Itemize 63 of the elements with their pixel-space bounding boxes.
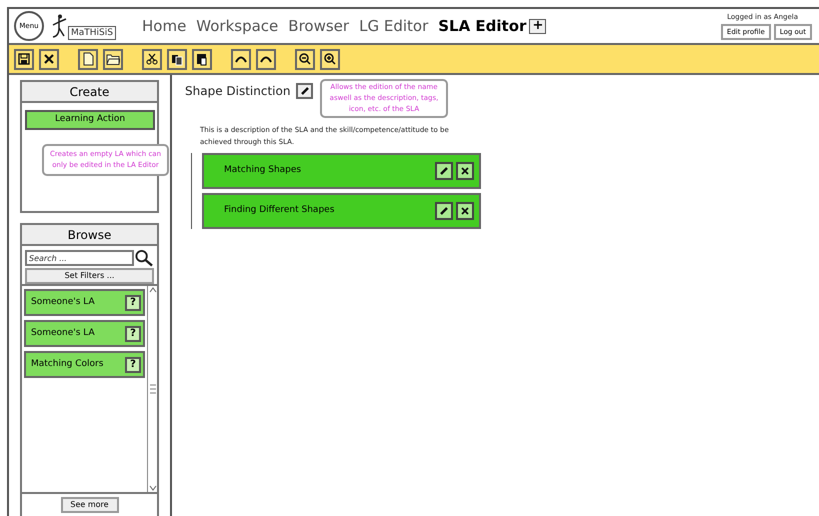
learning-action-card[interactable]: Matching Colors ? [24,351,145,378]
nav-tab[interactable]: Home [142,14,186,38]
filter-button[interactable]: Set Filters ... [25,268,154,284]
panel-header: Browse [22,225,157,246]
delete-button[interactable] [456,202,474,220]
pencil-icon [439,166,449,176]
scissors-icon [145,52,159,66]
close-icon [461,167,469,175]
logo: MaTHiSiS [50,12,138,40]
close-icon [42,52,56,66]
help-button[interactable]: ? [125,356,141,372]
learning-action-button[interactable]: Learning Action [25,110,155,130]
sla-item-card[interactable]: Matching Shapes [202,153,481,189]
help-button[interactable]: ? [125,326,141,342]
card-label: Someone's LA [31,296,95,309]
undo-button[interactable] [231,48,251,70]
card-label: Matching Shapes [224,164,302,178]
folder-icon [106,52,120,66]
card-label: Matching Colors [31,358,104,371]
help-button[interactable]: ? [125,294,141,310]
learning-action-card[interactable]: Someone's LA ? [24,320,145,347]
edit-button[interactable] [435,202,453,220]
learning-action-card[interactable]: Someone's LA ? [24,289,145,316]
add-tab-button[interactable]: + [529,18,546,34]
scroll-up-icon[interactable] [148,286,156,294]
paste-button[interactable] [192,48,212,70]
card-label: Someone's LA [31,326,95,340]
scroll-grip-icon[interactable] [148,383,156,395]
nav-tab[interactable]: LG Editor [359,14,428,38]
see-more-button[interactable]: See more [60,497,118,513]
card-label: Finding Different Shapes [224,204,336,218]
save-button[interactable] [14,48,34,70]
nav-tab[interactable]: Workspace [196,14,278,38]
zoom-in-icon [323,52,337,66]
nav-tab[interactable]: SLA Editor [438,14,526,38]
zoom-out-button[interactable] [295,48,315,70]
paste-icon [195,52,209,66]
figure-icon [50,14,68,40]
close-button[interactable] [39,48,59,70]
search-icon[interactable] [135,249,154,267]
cut-button[interactable] [142,48,162,70]
scroll-down-icon[interactable] [148,484,156,492]
close-icon [461,207,469,215]
pencil-icon [439,206,449,216]
sla-title: Shape Distinction [185,83,290,100]
pencil-icon [300,86,310,96]
scrollbar[interactable] [147,286,157,492]
redo-button[interactable] [256,48,276,70]
search-field[interactable]: Search ... [25,250,134,266]
nav-tab[interactable]: Browser [288,14,350,38]
sla-item-card[interactable]: Finding Different Shapes [202,193,481,229]
document-icon [81,52,95,66]
new-button[interactable] [78,48,98,70]
panel-header: Create [22,82,157,103]
copy-button[interactable] [167,48,187,70]
copy-icon [170,52,184,66]
zoom-out-icon [298,52,312,66]
open-button[interactable] [103,48,123,70]
zoom-in-button[interactable] [320,48,340,70]
edit-button[interactable] [296,83,314,99]
delete-button[interactable] [456,162,474,180]
save-icon [17,52,31,66]
edit-button[interactable] [435,162,453,180]
